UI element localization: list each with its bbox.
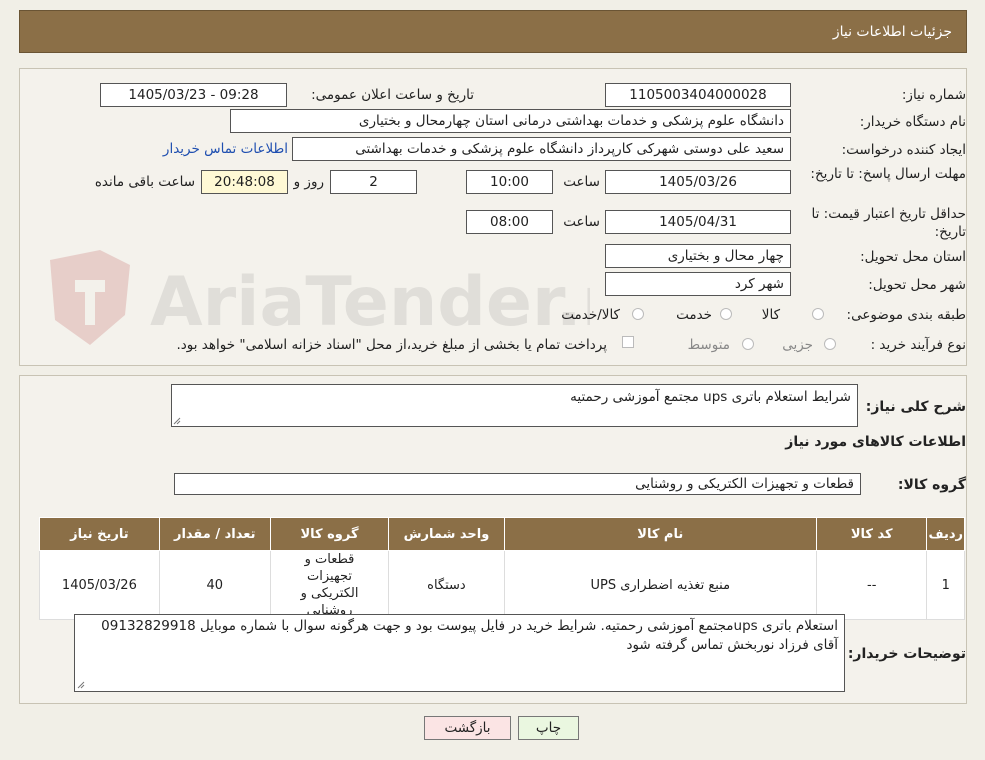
validity-date-field: 1405/04/31 — [605, 210, 791, 234]
category-service-radio[interactable] — [720, 308, 732, 320]
treasury-payment-note: پرداخت تمام یا بخشی از مبلغ خرید،از محل … — [176, 337, 607, 353]
category-service-label: خدمت — [676, 307, 712, 323]
process-medium-radio[interactable] — [742, 338, 754, 350]
need-description-label: شرح کلی نیاز: — [865, 399, 966, 415]
process-minor-radio[interactable] — [824, 338, 836, 350]
col-header-date: تاریخ نیاز — [39, 517, 160, 551]
cell-row: 1 — [926, 550, 965, 620]
buyer-notes-text: استعلام باتری upsمجتمع آموزشی رحمتیه. شر… — [101, 618, 838, 653]
cell-unit: دستگاه — [388, 550, 505, 620]
resize-grip-icon[interactable] — [173, 417, 181, 425]
cell-code: -- — [815, 550, 928, 620]
need-number-label: شماره نیاز: — [901, 87, 966, 103]
process-minor-label: جزیی — [782, 337, 813, 353]
category-label: طبقه بندی موضوعی: — [846, 307, 966, 323]
col-header-row: ردیف — [926, 517, 965, 551]
remaining-label: ساعت باقی مانده — [94, 174, 195, 190]
cell-group: قطعات و تجهیزات الکتریکی و روشنایی — [269, 550, 390, 620]
table-row: 1 -- منبع تغذیه اضطراری UPS دستگاه قطعات… — [39, 550, 965, 620]
col-header-qty: تعداد / مقدار — [158, 517, 271, 551]
city-field: شهر کرد — [605, 272, 791, 296]
province-field: چهار محال و بختیاری — [605, 244, 791, 268]
buyer-notes-label: توضیحات خریدار: — [847, 646, 966, 662]
buyer-notes-field[interactable]: استعلام باتری upsمجتمع آموزشی رحمتیه. شر… — [74, 614, 845, 692]
buyer-org-field: دانشگاه علوم پزشکی و خدمات بهداشتی درمان… — [230, 109, 791, 133]
cell-name: منبع تغذیه اضطراری UPS — [503, 550, 817, 620]
goods-group-label: گروه کالا: — [897, 477, 966, 493]
cell-qty: 40 — [158, 550, 271, 620]
cell-date: 1405/03/26 — [39, 550, 160, 620]
page-title: جزئیات اطلاعات نیاز — [832, 24, 952, 40]
province-label: استان محل تحویل: — [860, 249, 966, 265]
page-header: جزئیات اطلاعات نیاز — [19, 10, 967, 53]
col-header-name: نام کالا — [503, 517, 817, 551]
back-button[interactable]: بازگشت — [424, 716, 511, 740]
items-table-header: ردیف کد کالا نام کالا واحد شمارش گروه کا… — [39, 517, 965, 551]
category-goods-label: کالا — [761, 307, 780, 323]
treasury-payment-checkbox[interactable] — [622, 336, 634, 348]
validity-time-label: ساعت — [563, 214, 600, 230]
validity-time-field: 08:00 — [466, 210, 553, 234]
deadline-time-field: 10:00 — [466, 170, 553, 194]
col-header-code: کد کالا — [815, 517, 928, 551]
need-description-field[interactable]: شرایط استعلام باتری ups مجتمع آموزشی رحم… — [171, 384, 858, 427]
deadline-time-label: ساعت — [563, 174, 600, 190]
remaining-time-field: 20:48:08 — [201, 170, 288, 194]
validity-label: حداقل تاریخ اعتبار قیمت: تا تاریخ: — [811, 206, 966, 240]
category-goods-service-label: کالا/خدمت — [561, 307, 620, 323]
items-table: ردیف کد کالا نام کالا واحد شمارش گروه کا… — [39, 517, 965, 620]
creator-field: سعید علی دوستی شهرکی کارپرداز دانشگاه عل… — [292, 137, 791, 161]
announce-label: تاریخ و ساعت اعلان عمومی: — [311, 87, 474, 103]
creator-label: ایجاد کننده درخواست: — [841, 142, 966, 158]
deadline-date-field: 1405/03/26 — [605, 170, 791, 194]
announce-field: 1405/03/23 - 09:28 — [100, 83, 287, 107]
resize-grip-icon[interactable] — [77, 681, 85, 689]
process-medium-label: متوسط — [687, 337, 730, 353]
buyer-org-label: نام دستگاه خریدار: — [859, 114, 966, 130]
goods-info-title: اطلاعات کالاهای مورد نیاز — [785, 434, 966, 450]
category-goods-service-radio[interactable] — [632, 308, 644, 320]
need-number-field: 1105003404000028 — [605, 83, 791, 107]
deadline-label: مهلت ارسال پاسخ: تا تاریخ: — [810, 166, 966, 182]
print-button[interactable]: چاپ — [518, 716, 579, 740]
col-header-group: گروه کالا — [269, 517, 390, 551]
buyer-contact-link[interactable]: اطلاعات تماس خریدار — [163, 141, 288, 157]
days-label: روز و — [293, 174, 324, 190]
days-field: 2 — [330, 170, 417, 194]
goods-group-field: قطعات و تجهیزات الکتریکی و روشنایی — [174, 473, 861, 495]
need-description-text: شرایط استعلام باتری ups مجتمع آموزشی رحم… — [570, 389, 851, 405]
city-label: شهر محل تحویل: — [868, 277, 966, 293]
col-header-unit: واحد شمارش — [388, 517, 505, 551]
process-label: نوع فرآیند خرید : — [870, 337, 966, 353]
category-goods-radio[interactable] — [812, 308, 824, 320]
